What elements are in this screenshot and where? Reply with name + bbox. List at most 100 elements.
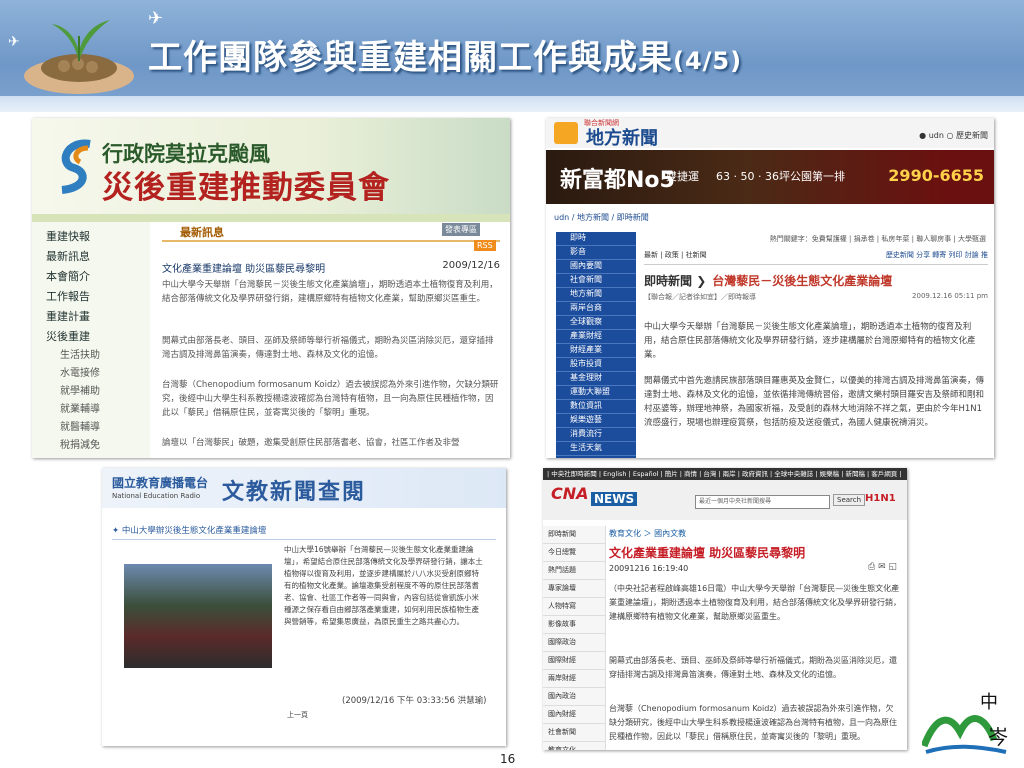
nav-item[interactable]: 運動大聯盟 <box>556 386 636 400</box>
committee-sidebar: 重建快報 最新訊息 本會簡介 工作報告 重建計畫 災後重建 生活扶助 水電接修 … <box>32 222 150 458</box>
svg-text:中: 中 <box>980 692 998 713</box>
page-number: 16 <box>500 752 516 766</box>
nav-item[interactable]: 產業財經 <box>556 330 636 344</box>
svg-text:岑: 岑 <box>988 725 1008 749</box>
screenshot-reconstruction-committee: 行政院莫拉克颱風 災後重建推動委員會 重建快報 最新訊息 本會簡介 工作報告 重… <box>32 118 510 458</box>
radio-section-title: 文教新聞查閱 <box>222 480 367 505</box>
nav-item[interactable]: 消費流行 <box>556 428 636 442</box>
radio-station-name: 國立教育廣播電台 <box>112 476 209 490</box>
nav-item[interactable]: 人物特寫 <box>543 598 605 616</box>
forum-photo <box>124 564 272 668</box>
nav-item[interactable]: 熱門話題 <box>543 562 605 580</box>
cna-nav: 即時新聞 今日總覽 熱門話題 專家論壇 人物特寫 影像故事 國際政治 國際財經 … <box>543 526 606 750</box>
nav-item[interactable]: 教育文化 <box>543 742 605 750</box>
cna-news-label: NEWS <box>591 492 638 506</box>
mountain-logo-icon: 中 岑 <box>922 692 1008 754</box>
hot-keywords[interactable]: 熱門關鍵字：免費幫護權 | 捐承卷 | 私房年菜 | 聯人聊房事 | 大學甄選 <box>770 234 986 244</box>
nav-item[interactable]: 生活天氣 <box>556 442 636 456</box>
udn-main: 熱門關鍵字：免費幫護權 | 捐承卷 | 私房年菜 | 聯人聊房事 | 大學甄選 … <box>644 232 988 458</box>
news-paragraph: （中央社記者程啟峰高雄16日電）中山大學今天舉辦「台灣藜民—災後生態文化產業重建… <box>609 584 901 621</box>
committee-org-line2: 災後重建推動委員會 <box>102 170 390 206</box>
bird-icon: ✈ <box>148 8 164 29</box>
sidebar-item[interactable]: 重建計畫 <box>46 308 150 323</box>
news-paragraph: 台灣藜（Chenopodium formosanum Koidz）過去被誤認為外… <box>609 704 897 741</box>
nav-item[interactable]: 地方新聞 <box>556 288 636 302</box>
nav-item[interactable]: 今日總覽 <box>543 544 605 562</box>
news-timestamp: (2009/12/16 下午 03:33:56 洪慧瑜) <box>342 696 487 706</box>
udn-brand: 地方新聞 <box>586 128 658 149</box>
rss-button[interactable]: RSS <box>474 240 496 251</box>
sidebar-item[interactable]: 工作報告 <box>46 288 150 303</box>
nav-item[interactable]: 娛樂遊藝 <box>556 414 636 428</box>
print-share-icon[interactable]: ⎙ ✉ ◱ <box>868 562 897 572</box>
nav-item[interactable]: 即時 <box>556 232 636 246</box>
nav-item[interactable]: 國內要聞 <box>556 260 636 274</box>
udn-ad-banner[interactable]: 新富都No5 雙捷運 63 · 50 · 36坪公園第一排 2990-6655 <box>546 150 994 204</box>
committee-main: 最新訊息 發表專區 RSS 文化產業重建論壇 助災區藜民尋黎明 2009/12/1… <box>156 222 504 458</box>
news-paragraph: 開幕式由部落長老、頭目、巫師及祭師等舉行祈福儀式，期盼為災區消除災厄，還穿插排灣… <box>609 656 897 679</box>
news-source: 【聯合報／記者徐如宜】／即時報導 2009.12.16 05:11 pm <box>644 292 988 301</box>
udn-tabs[interactable]: 最新 | 政策 | 社新聞 歷史新聞 分享 轉寄 列印 討論 推 <box>644 250 988 265</box>
slide-title: 工作團隊參與重建相關工作與成果(4/5) <box>148 38 743 78</box>
h1n1-link[interactable]: H1N1 <box>865 493 896 504</box>
nav-item[interactable]: 影音 <box>556 246 636 260</box>
breadcrumb[interactable]: 教育文化 ＞ 國內文教 <box>609 528 686 539</box>
news-paragraph: 中山大學今天舉辦「台灣藜民－災後生態文化產業論壇」，期盼透過本土植物的復育及利用… <box>644 322 976 360</box>
nav-item[interactable]: 專家論壇 <box>543 580 605 598</box>
sidebar-item[interactable]: 本會簡介 <box>46 268 150 283</box>
sidebar-subitem[interactable]: 生活扶助 <box>60 346 150 361</box>
prev-page-link[interactable]: 上一頁 <box>287 710 308 720</box>
nav-item[interactable]: 兩岸財經 <box>543 670 605 688</box>
news-timestamp: 20091216 16:19:40 <box>609 564 689 573</box>
nav-item[interactable]: 國際財經 <box>543 652 605 670</box>
news-headline: ✦ 中山大學辦災後生態文化產業重建論壇 <box>112 524 496 540</box>
screenshot-udn-local-news: 聯合新聞網 地方新聞 ● udn ○ 歷史新聞 新富都No5 雙捷運 63 · … <box>546 118 994 458</box>
search-button[interactable]: Search <box>833 494 866 506</box>
sidebar-subitem[interactable]: 稅捐減免 <box>60 436 150 451</box>
nav-item[interactable]: 即時新聞 <box>543 526 605 544</box>
screenshot-education-radio: 國立教育廣播電台 National Education Radio 文教新聞查閱… <box>102 468 506 746</box>
committee-emblem-icon <box>61 139 91 194</box>
news-paragraph: 中山大學今天舉辦「台灣藜民－災後生態文化產業論壇」，期盼透過本土植物復育及利用，… <box>162 280 498 304</box>
radio-station-en: National Education Radio <box>112 492 201 500</box>
sidebar-item[interactable]: 重建快報 <box>46 228 150 243</box>
news-paragraph: 開幕式由部落長老、頭目、巫師及祭師等舉行祈福儀式，期盼為災區消除災厄，還穿插排灣… <box>162 336 494 360</box>
cna-main: 教育文化 ＞ 國內文教 文化產業重建論壇 助災區藜民尋黎明 20091216 1… <box>609 526 901 750</box>
sidebar-item[interactable]: 最新訊息 <box>46 248 150 263</box>
sidebar-subitem[interactable]: 就業輔導 <box>60 400 150 415</box>
search-input[interactable]: 最近一個月中央社新聞搜尋 <box>695 495 830 509</box>
nav-item[interactable]: 全球觀察 <box>556 316 636 330</box>
cna-top-links[interactable]: | 中央社即時新聞 | English | Español | 簡片 | 商情 … <box>543 468 907 480</box>
news-paragraph: 論壇以「台灣藜民」破題，邀集受創原住民部落耆老、協會，社區工作者及非營 <box>162 438 460 448</box>
nav-item[interactable]: 股市投資 <box>556 358 636 372</box>
cna-logo: CNA <box>551 484 589 503</box>
nav-item[interactable]: 財經產業 <box>556 344 636 358</box>
hands-seedling-icon <box>24 20 134 94</box>
nav-item[interactable]: 社會新聞 <box>556 274 636 288</box>
nav-item[interactable]: 兩岸台商 <box>556 302 636 316</box>
sidebar-subitem[interactable]: 就醫輔導 <box>60 418 150 433</box>
header-strip <box>0 96 1024 112</box>
nav-item[interactable]: 影像故事 <box>543 616 605 634</box>
nav-item[interactable]: 數位資訊 <box>556 400 636 414</box>
screenshot-cna-news: | 中央社即時新聞 | English | Español | 簡片 | 商情 … <box>543 468 907 750</box>
news-headline[interactable]: 文化產業重建論壇 助災區藜民尋黎明 2009/12/16 <box>162 260 500 275</box>
publish-button[interactable]: 發表專區 <box>442 223 480 236</box>
banner-bar <box>32 214 510 222</box>
udn-search-scope[interactable]: ● udn ○ 歷史新聞 <box>919 130 988 141</box>
udn-logo-icon <box>554 122 578 144</box>
news-headline: 文化產業重建論壇 助災區藜民尋黎明 <box>609 546 806 560</box>
nav-item[interactable]: 國際政治 <box>543 634 605 652</box>
news-headline: 即時新聞 ❯ 台灣藜民－災後生態文化產業論壇 <box>644 274 893 288</box>
bird-icon: ✈ <box>8 34 20 50</box>
news-paragraph: 開幕儀式中首先邀請民族部落頭目羅惠英及金賢仁，以優美的排灣古調及排灣鼻笛演奏，傳… <box>644 376 985 428</box>
udn-nav: 即時 影音 國內要聞 社會新聞 地方新聞 兩岸台商 全球觀察 產業財經 財經產業… <box>556 232 636 458</box>
nav-item[interactable]: 國內政治 <box>543 688 605 706</box>
sidebar-subitem[interactable]: 水電接修 <box>60 364 150 379</box>
sidebar-subitem[interactable]: 就學補助 <box>60 382 150 397</box>
breadcrumb[interactable]: udn / 地方新聞 / 即時新聞 <box>554 212 649 223</box>
nav-item[interactable]: 國內財經 <box>543 706 605 724</box>
sidebar-item[interactable]: 災後重建 <box>46 328 150 343</box>
nav-item[interactable]: 社會新聞 <box>543 724 605 742</box>
nav-item[interactable]: 基金理財 <box>556 372 636 386</box>
